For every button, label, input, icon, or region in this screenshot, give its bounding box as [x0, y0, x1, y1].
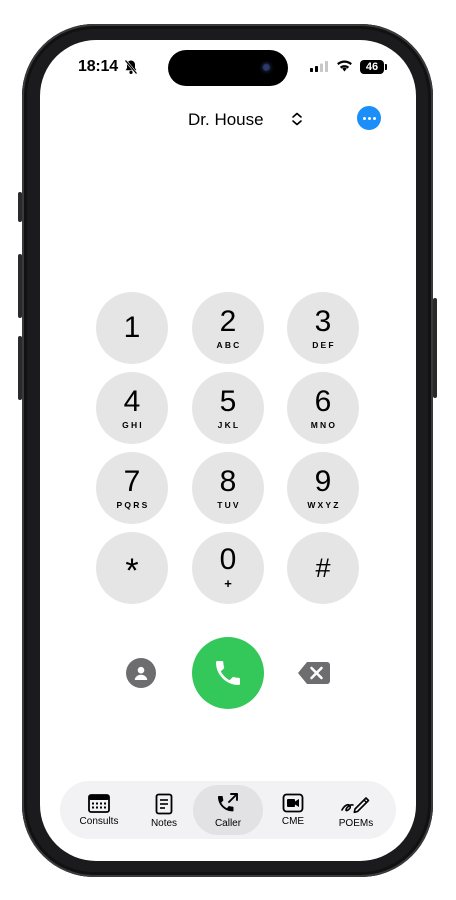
tab-label: Caller: [214, 818, 242, 829]
key-digit: 0: [219, 543, 237, 576]
tab-consults[interactable]: Consults: [68, 785, 130, 835]
key-letters: DEF: [312, 339, 336, 350]
tab-caller[interactable]: Caller: [193, 785, 263, 835]
key-6[interactable]: 6 MNO: [287, 372, 359, 444]
key-digit: 1: [123, 311, 141, 344]
key-1[interactable]: 1: [96, 292, 168, 364]
volume-up-button: [18, 254, 22, 318]
key-letters: +: [224, 576, 232, 591]
key-4[interactable]: 4 GHI: [96, 372, 168, 444]
camera-lens: [260, 61, 274, 75]
key-5[interactable]: 5 JKL: [192, 372, 264, 444]
pen-icon: [341, 797, 370, 814]
key-letters: GHI: [122, 419, 144, 430]
cellular-signal-icon: [310, 61, 328, 72]
tab-cme[interactable]: CME: [262, 785, 324, 835]
key-digit: 9: [314, 464, 332, 498]
phone-outgoing-icon: [218, 793, 238, 812]
video-icon: [282, 793, 304, 813]
key-7[interactable]: 7 PQRS: [96, 452, 168, 524]
dynamic-island: [168, 50, 288, 86]
tab-notes[interactable]: Notes: [133, 785, 195, 835]
bottom-tab-bar: Consults Notes Caller CME POEMs: [60, 781, 396, 839]
calendar-icon: [88, 794, 110, 813]
key-star[interactable]: *: [96, 532, 168, 604]
more-options-button[interactable]: [357, 106, 381, 130]
person-icon: [134, 666, 148, 680]
volume-down-button: [18, 336, 22, 400]
power-button: [433, 298, 437, 398]
status-time: 18:14: [78, 58, 118, 75]
key-8[interactable]: 8 TUV: [192, 452, 264, 524]
tab-label: CME: [281, 816, 305, 827]
phone-screen: 18:14 46 Dr. House 1 2 ABC 3 DEF 4 GHI 5…: [40, 40, 416, 861]
key-digit: 3: [314, 304, 332, 338]
phone-icon: [216, 661, 240, 685]
action-button: [18, 192, 22, 222]
ellipsis-icon: [362, 116, 366, 120]
bell-slash-icon: [124, 59, 138, 75]
ellipsis-dot: [372, 116, 376, 120]
wifi-icon: [337, 60, 352, 72]
key-digit: 5: [219, 384, 237, 418]
backspace-delete-icon[interactable]: [297, 660, 331, 686]
key-2[interactable]: 2 ABC: [192, 292, 264, 364]
contacts-button[interactable]: [126, 658, 156, 688]
tab-label: Notes: [150, 818, 178, 829]
ellipsis-dot: [367, 116, 371, 120]
key-3[interactable]: 3 DEF: [287, 292, 359, 364]
key-digit: *: [125, 552, 139, 590]
tab-label: POEMs: [338, 818, 374, 829]
key-letters: WXYZ: [307, 499, 341, 510]
key-letters: TUV: [217, 499, 241, 510]
key-digit: 8: [219, 464, 237, 498]
key-hash[interactable]: #: [287, 532, 359, 604]
key-letters: PQRS: [116, 499, 150, 510]
key-digit: 2: [219, 304, 237, 338]
key-0[interactable]: 0 +: [192, 532, 264, 604]
key-digit: #: [315, 553, 331, 583]
note-icon: [155, 793, 173, 815]
key-9[interactable]: 9 WXYZ: [287, 452, 359, 524]
key-digit: 4: [123, 384, 141, 418]
chevron-up-down-icon[interactable]: [291, 112, 303, 126]
selected-line-title[interactable]: Dr. House: [188, 110, 264, 130]
key-digit: 7: [123, 464, 141, 498]
call-button[interactable]: [192, 637, 264, 709]
key-letters: MNO: [310, 419, 338, 430]
battery-indicator: 46: [360, 60, 387, 74]
key-letters: ABC: [216, 339, 242, 350]
key-letters: JKL: [217, 419, 241, 430]
tab-label: Consults: [79, 816, 119, 827]
key-digit: 6: [314, 384, 332, 418]
tab-poems[interactable]: POEMs: [325, 785, 387, 835]
